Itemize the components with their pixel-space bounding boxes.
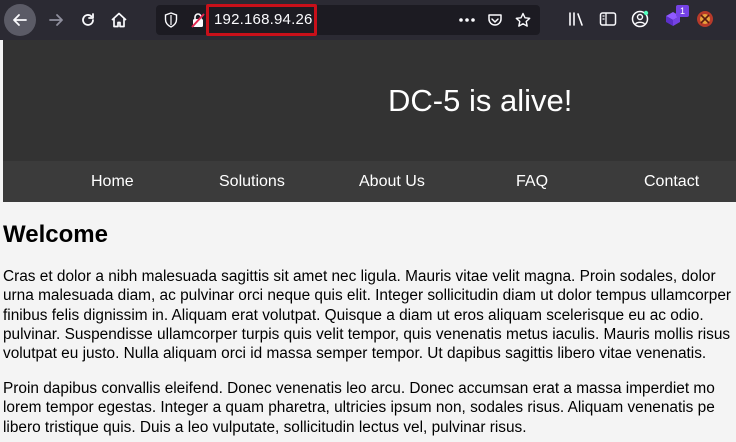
site-title: DC-5 is alive! <box>388 83 573 118</box>
url-bar[interactable]: 192.168.94.26 <box>156 4 540 36</box>
text-line: lorem tempor egestas. Integer a quam pha… <box>3 399 715 417</box>
account-icon[interactable] <box>629 8 651 30</box>
shield-icon[interactable] <box>163 12 179 28</box>
extension-icon[interactable] <box>694 8 716 30</box>
sidebar-icon[interactable] <box>597 8 619 30</box>
extension-badge: 1 <box>676 5 689 17</box>
paragraph: Proin dapibus convallis eleifend. Donec … <box>3 379 736 437</box>
browser-toolbar: 192.168.94.26 1 <box>0 0 736 40</box>
nav-link-about-us[interactable]: About Us <box>359 173 425 191</box>
library-icon[interactable] <box>566 8 588 30</box>
insecure-lock-icon[interactable] <box>190 12 206 28</box>
text-line: pulvinar. Suspendisse ullamcorper turpis… <box>3 325 731 343</box>
paragraph: Cras et dolor a nibh malesuada sagittis … <box>3 267 736 363</box>
text-line: finibus felis dignissim in. Aliquam erat… <box>3 306 704 324</box>
text-line: urna malesuada diam, ac pulvinar orci ne… <box>3 287 732 305</box>
nav-link-contact[interactable]: Contact <box>644 173 699 191</box>
pocket-icon[interactable] <box>486 11 504 29</box>
text-line: libero tristique quis. Duis a leo vulput… <box>3 418 527 436</box>
text-line: Proin dapibus convallis eleifend. Donec … <box>3 380 715 397</box>
ellipsis-icon[interactable] <box>458 11 476 29</box>
reload-icon[interactable] <box>72 4 104 36</box>
forward-arrow-icon[interactable] <box>40 4 72 36</box>
home-icon[interactable] <box>103 4 135 36</box>
site-nav: Home Solutions About Us FAQ Contact <box>3 161 736 202</box>
web-page: DC-5 is alive! Home Solutions About Us F… <box>0 40 736 442</box>
url-text[interactable]: 192.168.94.26 <box>214 11 313 28</box>
star-icon[interactable] <box>514 11 532 29</box>
page-heading: Welcome <box>3 221 108 248</box>
nav-link-home[interactable]: Home <box>91 173 134 191</box>
nav-link-faq[interactable]: FAQ <box>516 173 548 191</box>
back-arrow-icon[interactable] <box>4 4 36 36</box>
site-header: DC-5 is alive! <box>3 40 736 161</box>
nav-link-solutions[interactable]: Solutions <box>219 173 285 191</box>
text-line: volutpat eu justo. Nulla aliquam orci id… <box>3 345 707 363</box>
text-line: Cras et dolor a nibh malesuada sagittis … <box>3 268 716 285</box>
